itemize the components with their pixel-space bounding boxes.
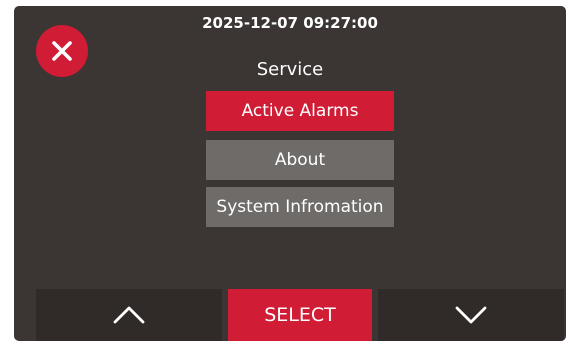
menu-item-label: Active Alarms: [241, 101, 359, 121]
menu-item-active-alarms[interactable]: Active Alarms: [206, 91, 394, 131]
page-title: Service: [256, 59, 324, 80]
menu-item-about[interactable]: About: [206, 140, 394, 180]
select-button[interactable]: SELECT: [228, 289, 372, 341]
scroll-down-button[interactable]: [378, 289, 564, 341]
chevron-up-icon: [113, 306, 145, 324]
datetime-display: 2025-12-07 09:27:00: [202, 14, 378, 32]
chevron-down-icon: [455, 306, 487, 324]
select-button-label: SELECT: [264, 304, 336, 326]
menu-item-label: System Infromation: [216, 197, 384, 217]
scroll-up-button[interactable]: [36, 289, 222, 341]
bottom-nav-bar: SELECT: [14, 289, 566, 341]
device-screen: 2025-12-07 09:27:00 Service Active Alarm…: [14, 6, 566, 341]
menu-item-system-information[interactable]: System Infromation: [206, 187, 394, 227]
menu-item-label: About: [274, 150, 326, 170]
